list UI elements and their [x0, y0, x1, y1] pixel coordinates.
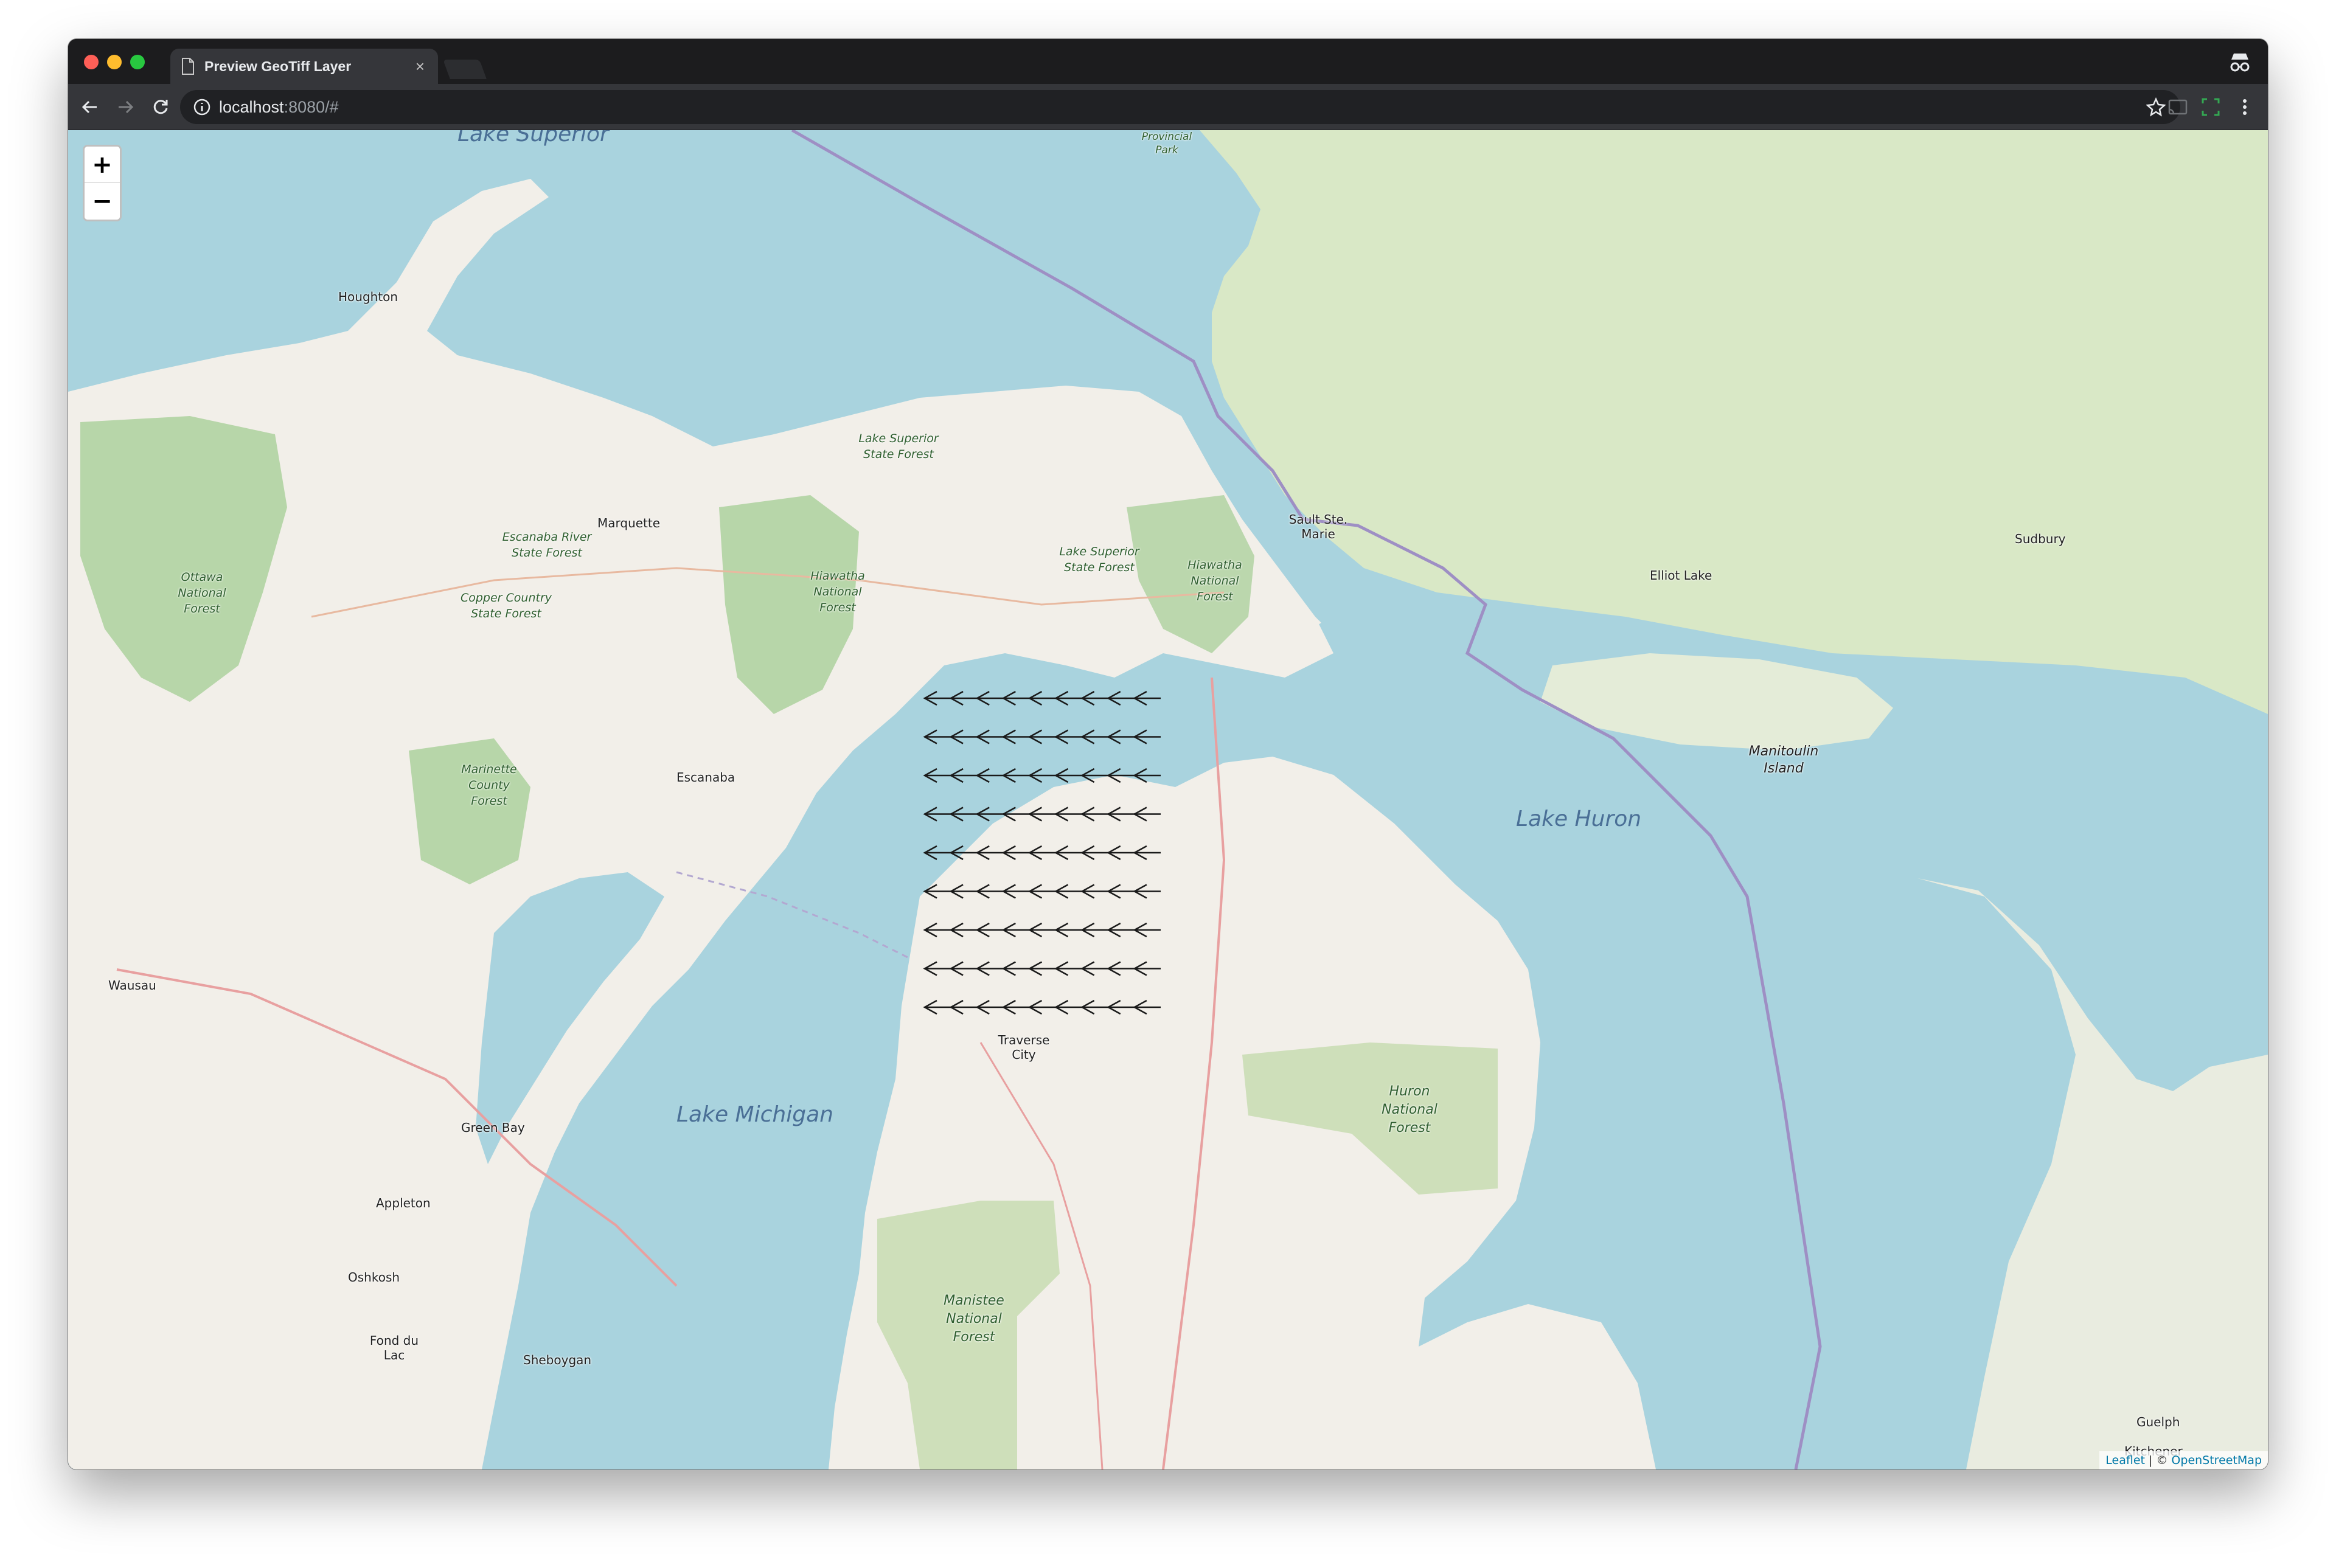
label-huron-national-forest: Huron National Forest — [1382, 1084, 1437, 1136]
new-tab-button[interactable] — [443, 60, 487, 79]
label-manistee-national-forest: Manistee National Forest — [944, 1293, 1004, 1345]
browser-toolbar: localhost:8080/# — [68, 84, 2268, 130]
openstreetmap-link[interactable]: OpenStreetMap — [2171, 1454, 2262, 1467]
zoom-in-button[interactable]: + — [85, 147, 120, 183]
label-lake-superior: Lake Superior — [457, 130, 609, 147]
label-fond-du-lac: Fond du Lac — [369, 1333, 419, 1362]
label-escanaba-river-state-forest: Escanaba River State Forest — [502, 530, 592, 560]
url-path: :8080/# — [283, 97, 339, 116]
window-maximize-button[interactable] — [130, 55, 145, 69]
bookmark-star-icon[interactable] — [2146, 97, 2166, 117]
browser-tab[interactable]: Preview GeoTiff Layer × — [170, 49, 438, 84]
arrow-right-icon — [119, 100, 134, 114]
label-marinette-county-forest: Marinette County Forest — [461, 763, 517, 808]
leaflet-map[interactable]: Lake Superior Lake Michigan Lake Huron H… — [68, 130, 2268, 1469]
label-guelph: Guelph — [2136, 1415, 2180, 1429]
info-icon[interactable] — [193, 99, 210, 116]
document-icon — [182, 58, 194, 75]
label-provincial-park: Provincial Park — [1141, 131, 1192, 156]
back-button[interactable] — [77, 94, 103, 120]
browser-window: Preview GeoTiff Layer × localhost:8080/… — [68, 39, 2268, 1469]
url-host: localhost — [219, 97, 284, 116]
label-escanaba: Escanaba — [676, 770, 735, 785]
label-manitoulin-island: Manitoulin Island — [1748, 744, 1819, 776]
tab-close-icon[interactable]: × — [413, 57, 427, 76]
label-lake-superior-state-forest-west: Lake Superior State Forest — [858, 432, 939, 461]
tab-title: Preview GeoTiff Layer — [204, 58, 352, 74]
label-houghton: Houghton — [338, 290, 398, 304]
label-appleton: Appleton — [376, 1196, 431, 1210]
window-close-button[interactable] — [84, 55, 99, 69]
reload-icon — [153, 100, 168, 114]
label-hiawatha-national-forest-west: Hiawatha National Forest — [810, 569, 865, 614]
address-bar[interactable]: localhost:8080/# — [180, 90, 2180, 124]
arrow-left-icon — [82, 100, 97, 114]
label-lake-superior-state-forest-east: Lake Superior State Forest — [1059, 545, 1139, 574]
cast-icon[interactable] — [2167, 96, 2189, 118]
label-wausau: Wausau — [108, 978, 156, 993]
geotiff-vector-layer — [923, 690, 1161, 1015]
window-minimize-button[interactable] — [107, 55, 122, 69]
title-bar: Preview GeoTiff Layer × — [68, 39, 2268, 84]
label-traverse-city: Traverse City — [998, 1033, 1050, 1062]
label-copper-country-state-forest: Copper Country State Forest — [460, 591, 552, 620]
reload-button[interactable] — [147, 94, 174, 120]
label-ottawa-national-forest: Ottawa National Forest — [178, 571, 226, 616]
map-attribution: Leaflet | © OpenStreetMap — [2099, 1451, 2268, 1469]
label-lake-michigan: Lake Michigan — [676, 1102, 833, 1127]
label-hiawatha-national-forest-east: Hiawatha National Forest — [1187, 558, 1242, 603]
forward-button[interactable] — [112, 94, 139, 120]
zoom-out-button[interactable]: − — [85, 183, 120, 220]
label-lake-huron: Lake Huron — [1516, 807, 1642, 831]
zoom-control: + − — [83, 145, 122, 221]
label-elliot-lake: Elliot Lake — [1650, 568, 1712, 583]
label-sheboygan: Sheboygan — [523, 1353, 592, 1367]
label-green-bay: Green Bay — [461, 1120, 525, 1135]
leaflet-link[interactable]: Leaflet — [2105, 1454, 2145, 1467]
label-marquette: Marquette — [597, 516, 661, 530]
label-sault-ste-marie: Sault Ste. Marie — [1288, 512, 1348, 541]
incognito-icon — [2230, 54, 2250, 72]
menu-kebab-icon[interactable] — [2234, 96, 2256, 118]
label-oshkosh: Oshkosh — [348, 1270, 400, 1285]
attribution-separator: | © — [2148, 1454, 2168, 1467]
screenshot-extension-icon[interactable] — [2200, 96, 2222, 118]
label-sudbury: Sudbury — [2015, 532, 2066, 546]
